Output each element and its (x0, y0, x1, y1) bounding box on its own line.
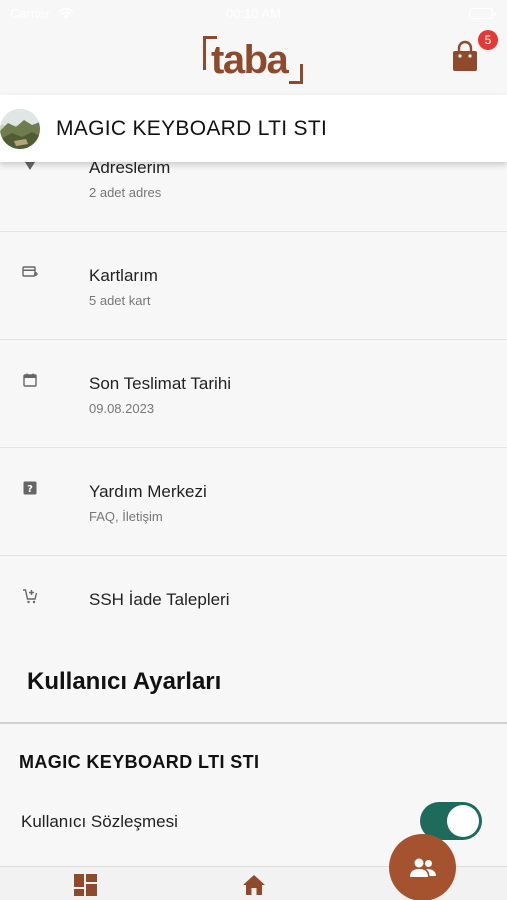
users-button[interactable] (389, 834, 456, 900)
menu-item-cards[interactable]: Kartlarım 5 adet kart (0, 232, 507, 340)
menu-item-returns[interactable]: SSH İade Talepleri (0, 556, 507, 664)
users-icon (409, 858, 436, 877)
menu-item-title: Yardım Merkezi (89, 482, 207, 501)
taba-logo: taba (203, 36, 303, 84)
home-icon[interactable] (241, 873, 267, 897)
cart-count-badge: 5 (478, 30, 498, 50)
status-time: 00:10 AM (226, 6, 281, 21)
help-icon: ? (23, 481, 37, 495)
company-name: MAGIC KEYBOARD LTI STI (19, 752, 260, 772)
credit-card-icon (22, 266, 38, 277)
menu-item-help-center[interactable]: ? Yardım Merkezi FAQ, İletişim (0, 448, 507, 556)
status-bar: Carrier 00:10 AM (0, 0, 507, 28)
cart-add-icon (23, 589, 38, 604)
battery-icon (469, 8, 496, 19)
account-menu: Adreslerim 2 adet adres Kartlarım 5 adet… (0, 124, 507, 664)
app-header: Carrier 00:10 AM taba 5 (0, 0, 507, 95)
section-divider (0, 722, 507, 724)
menu-item-subtitle: 5 adet kart (89, 293, 151, 308)
menu-item-delivery-date[interactable]: Son Teslimat Tarihi 09.08.2023 (0, 340, 507, 448)
menu-item-title: Kartlarım (89, 266, 158, 285)
menu-item-title: SSH İade Talepleri (89, 590, 230, 609)
calendar-icon (23, 373, 37, 387)
dashboard-icon[interactable] (73, 873, 99, 897)
shopping-bag-icon (453, 40, 477, 71)
menu-item-subtitle: 09.08.2023 (89, 401, 155, 416)
profile-bar[interactable]: MAGIC KEYBOARD LTI STI (0, 95, 507, 162)
menu-item-subtitle: FAQ, İletişim (89, 509, 163, 524)
logo-wordmark: taba (211, 38, 289, 82)
toggle-knob (447, 805, 479, 837)
user-settings-title: Kullanıcı Ayarları (27, 668, 222, 695)
user-agreement-label: Kullanıcı Sözleşmesi (21, 812, 178, 831)
logo-bracket-bottom (289, 64, 303, 84)
menu-item-subtitle: 2 adet adres (89, 185, 162, 200)
menu-item-title: Son Teslimat Tarihi (89, 374, 232, 393)
avatar (0, 108, 40, 149)
profile-name: MAGIC KEYBOARD LTI STI (56, 116, 328, 140)
svg-text:?: ? (27, 484, 33, 495)
